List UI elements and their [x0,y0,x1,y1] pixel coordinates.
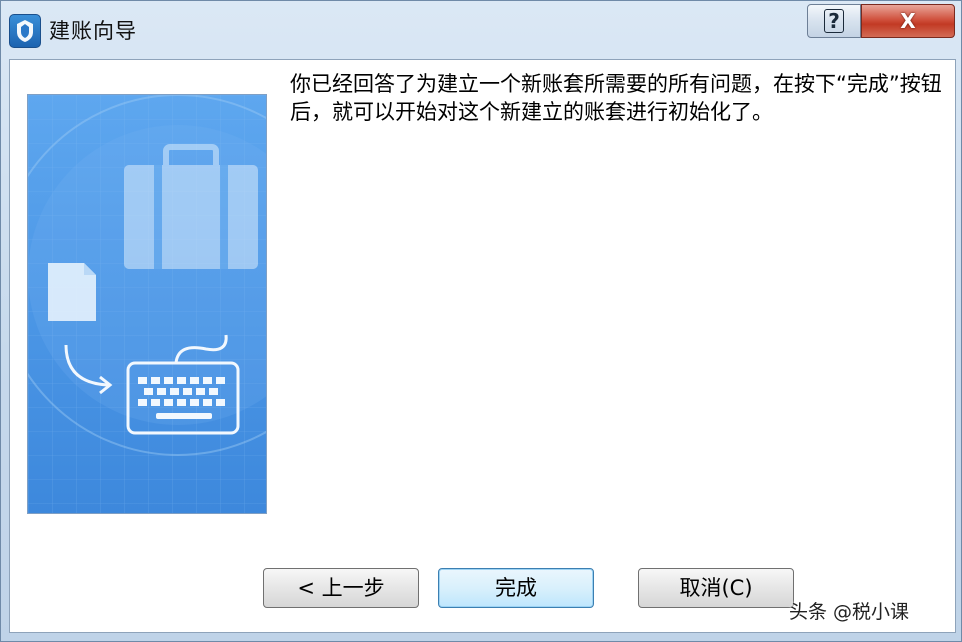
wizard-illustration-graphic [28,95,266,513]
briefcase-icon [124,144,258,269]
watermark-text: 头条 @税小课 [789,601,910,623]
help-icon: ? [824,9,844,33]
wizard-window: 建账向导 ? X 你已经回答了为建立一个新账套所需要的所有问题，在按下“完成”按… [0,0,962,642]
cancel-button[interactable]: 取消(C) [638,568,794,608]
document-icon [48,263,96,321]
wizard-content: 你已经回答了为建立一个新账套所需要的所有问题，在按下“完成”按钮后，就可以开始对… [9,59,956,633]
wizard-illustration [27,94,267,514]
window-title: 建账向导 [49,19,137,43]
finish-button[interactable]: 完成 [438,568,594,608]
wizard-message: 你已经回答了为建立一个新账套所需要的所有问题，在按下“完成”按钮后，就可以开始对… [290,72,942,124]
back-button[interactable]: < 上一步 [263,568,419,608]
close-icon: X [900,9,916,33]
close-button[interactable]: X [861,4,955,38]
title-bar[interactable]: 建账向导 ? X [1,1,962,57]
app-logo-icon [9,14,41,48]
help-button[interactable]: ? [807,4,861,38]
